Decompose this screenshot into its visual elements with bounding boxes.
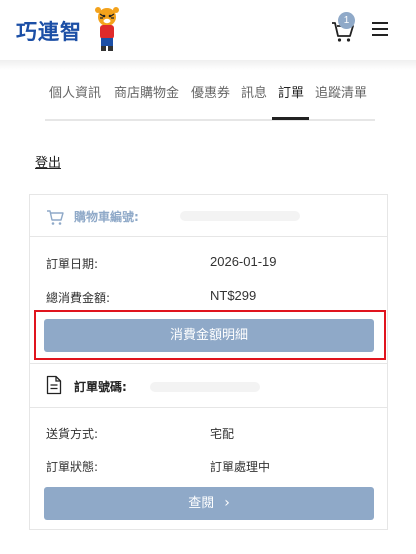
redacted-order-number <box>150 382 260 392</box>
menu-icon[interactable] <box>372 22 390 36</box>
view-order-button[interactable]: 查閱 › <box>44 487 374 520</box>
section-divider <box>30 407 387 408</box>
shipping-method-value: 宅配 <box>210 427 235 441</box>
amount-detail-button[interactable]: 消費金額明細 <box>44 319 374 352</box>
cart-count-badge: 1 <box>338 12 355 29</box>
shopping-cart-outline-icon <box>47 210 64 225</box>
order-date-label: 訂單日期: <box>46 257 99 271</box>
redacted-cart-number <box>180 211 300 221</box>
section-divider <box>30 363 387 364</box>
order-status-label: 訂單狀態: <box>46 460 99 474</box>
order-date-value: 2026-01-19 <box>210 254 277 269</box>
account-tabs: 個人資訊 商店購物金 優惠券 訊息 訂單 追蹤清單 <box>45 72 375 120</box>
cart-number-header: 購物車編號: <box>30 195 387 237</box>
tab-store-credit[interactable]: 商店購物金 <box>114 82 179 101</box>
order-number-label: 訂單號碼: <box>74 380 127 394</box>
tab-messages[interactable]: 訊息 <box>241 82 267 101</box>
tiger-mascot-icon <box>95 7 119 51</box>
order-status-value: 訂單處理中 <box>210 460 271 474</box>
brand-logo[interactable]: 巧連智 <box>16 6 120 52</box>
tab-personal-info[interactable]: 個人資訊 <box>49 82 101 101</box>
header-divider <box>0 60 416 70</box>
active-tab-indicator <box>272 117 309 120</box>
site-header: 巧連智 1 <box>0 0 416 60</box>
shipping-method-label: 送貨方式: <box>46 427 99 441</box>
tabs-rule <box>45 119 375 121</box>
tab-watchlist[interactable]: 追蹤清單 <box>315 82 367 101</box>
cart-number-label: 購物車編號: <box>74 210 139 224</box>
logout-link[interactable]: 登出 <box>35 152 61 171</box>
view-order-label: 查閱 <box>188 496 215 511</box>
total-amount-value: NT$299 <box>210 288 257 303</box>
total-amount-label: 總消費金額: <box>46 291 111 305</box>
document-icon <box>46 375 62 395</box>
chevron-right-icon: › <box>224 495 230 511</box>
order-card: 購物車編號: 訂單日期: 2026-01-19 總消費金額: NT$299 消費… <box>29 194 388 530</box>
tab-orders[interactable]: 訂單 <box>278 82 304 101</box>
tab-coupons[interactable]: 優惠券 <box>191 82 230 101</box>
logo-text: 巧連智 <box>16 20 82 44</box>
